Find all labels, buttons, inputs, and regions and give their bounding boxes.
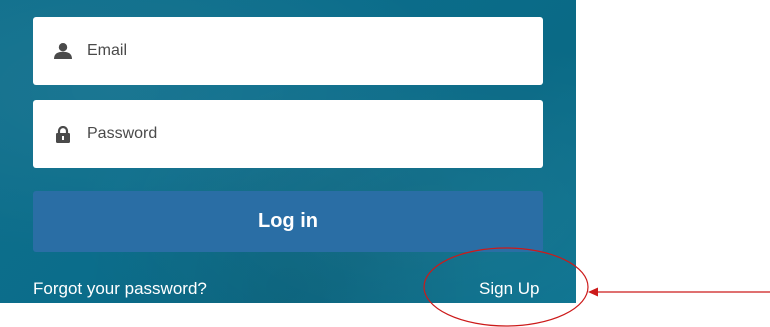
forgot-password-link[interactable]: Forgot your password? [33,279,207,299]
email-input[interactable] [87,42,507,60]
signup-link[interactable]: Sign Up [479,279,539,299]
annotation-arrowhead [588,287,598,297]
login-button[interactable]: Log in [33,191,543,252]
email-field[interactable] [33,17,543,85]
password-field[interactable] [33,100,543,168]
password-input[interactable] [87,125,507,143]
user-icon [54,42,72,60]
login-panel: Log in Forgot your password? Sign Up [0,0,576,303]
lock-icon [54,125,72,143]
